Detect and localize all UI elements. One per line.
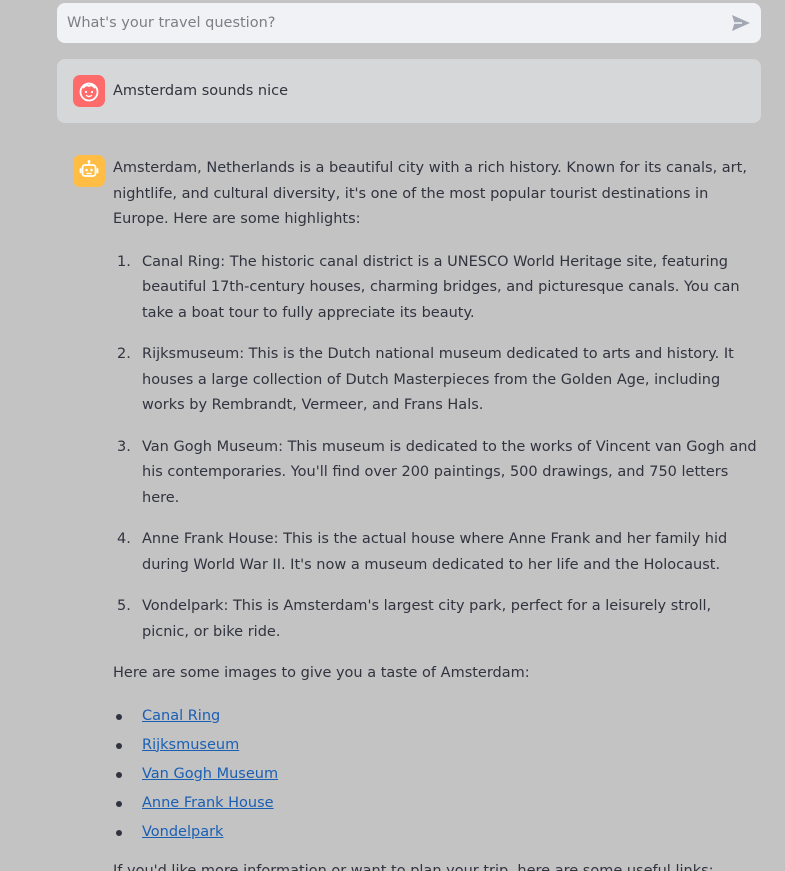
list-item: Vondelpark xyxy=(113,818,758,847)
list-number: 4. xyxy=(117,531,131,547)
assistant-intro: Amsterdam, Netherlands is a beautiful ci… xyxy=(113,160,747,227)
link-rijksmuseum[interactable]: Rijksmuseum xyxy=(142,737,239,753)
image-links-list: Canal Ring Rijksmuseum Van Gogh Museum A… xyxy=(113,702,758,847)
list-number: 2. xyxy=(117,346,131,362)
list-number: 5. xyxy=(117,598,131,614)
user-face-icon xyxy=(73,75,105,107)
link-anne-frank-house[interactable]: Anne Frank House xyxy=(142,795,274,811)
list-item: 2. Rijksmuseum: This is the Dutch nation… xyxy=(113,342,758,419)
bullet xyxy=(116,713,122,720)
list-item: Anne Frank House xyxy=(113,789,758,818)
list-item-text: Vondelpark: This is Amsterdam's largest … xyxy=(142,598,712,640)
assistant-message: Amsterdam, Netherlands is a beautiful ci… xyxy=(113,156,758,871)
assistant-outro: If you'd like more information or want t… xyxy=(113,862,714,871)
bullet xyxy=(116,829,122,836)
list-number: 1. xyxy=(117,253,131,270)
list-item: 3. Van Gogh Museum: This museum is dedic… xyxy=(113,435,758,512)
chat-input-box xyxy=(57,3,761,43)
images-intro: Here are some images to give you a taste… xyxy=(113,665,530,681)
send-icon[interactable] xyxy=(731,14,751,32)
list-item-text: Rijksmuseum: This is the Dutch national … xyxy=(142,346,734,413)
bullet xyxy=(116,800,122,807)
bullet xyxy=(116,771,122,778)
user-message: Amsterdam sounds nice xyxy=(57,59,761,123)
link-canal-ring[interactable]: Canal Ring xyxy=(142,708,220,724)
list-item: Rijksmuseum xyxy=(113,731,758,760)
chat-page: Amsterdam sounds nice Amsterdam, Netherl… xyxy=(0,0,785,871)
highlights-list: 1. Canal Ring: The historic canal distri… xyxy=(113,250,758,646)
list-item: 5. Vondelpark: This is Amsterdam's large… xyxy=(113,594,758,645)
list-item: Van Gogh Museum xyxy=(113,760,758,789)
link-van-gogh-museum[interactable]: Van Gogh Museum xyxy=(142,766,278,782)
user-message-text: Amsterdam sounds nice xyxy=(113,83,289,99)
list-item: 4. Anne Frank House: This is the actual … xyxy=(113,527,758,578)
list-item: Canal Ring xyxy=(113,702,758,731)
list-item-text: Van Gogh Museum: This museum is dedicate… xyxy=(142,438,757,506)
list-item: 1. Canal Ring: The historic canal distri… xyxy=(113,250,758,327)
list-number: 3. xyxy=(117,438,131,455)
list-item-text: Canal Ring: The historic canal district … xyxy=(142,253,740,321)
list-item-text: Anne Frank House: This is the actual hou… xyxy=(142,531,728,573)
robot-icon xyxy=(73,155,105,187)
chat-input[interactable] xyxy=(57,3,717,43)
link-vondelpark[interactable]: Vondelpark xyxy=(142,824,223,840)
bullet xyxy=(116,742,122,749)
